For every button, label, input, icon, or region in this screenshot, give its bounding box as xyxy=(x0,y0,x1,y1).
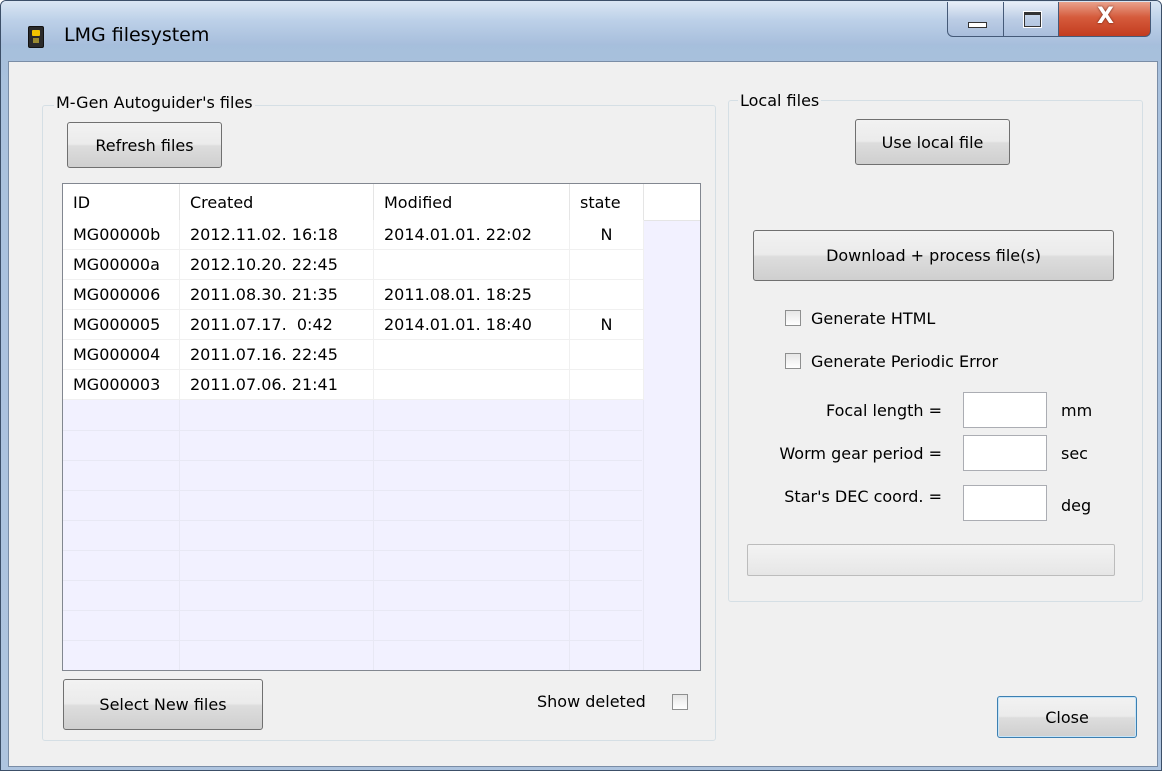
app-icon[interactable] xyxy=(28,26,44,48)
cell-state: N xyxy=(570,310,644,340)
cell-modified xyxy=(374,250,570,280)
star-dec-unit: deg xyxy=(1061,496,1092,515)
close-icon: X xyxy=(1097,4,1114,29)
select-new-files-button[interactable]: Select New files xyxy=(63,679,263,730)
focal-length-label: Focal length = xyxy=(825,401,942,420)
cell-state xyxy=(570,250,644,280)
column-header-id[interactable]: ID xyxy=(63,184,180,220)
generate-periodic-error-checkbox[interactable] xyxy=(785,353,801,369)
maximize-icon xyxy=(1023,11,1042,28)
show-deleted-checkbox[interactable] xyxy=(672,694,688,710)
caption-buttons: X xyxy=(947,2,1152,37)
local-files-legend: Local files xyxy=(738,91,822,110)
app-window: LMG filesystem X M-Gen Autoguider's file… xyxy=(0,0,1162,771)
cell-created: 2012.10.20. 22:45 xyxy=(180,250,374,280)
cell-modified: 2011.08.01. 18:25 xyxy=(374,280,570,310)
minimize-button[interactable] xyxy=(947,2,1004,37)
grid-line xyxy=(63,490,642,491)
cell-id: MG000004 xyxy=(63,340,180,370)
window-title: LMG filesystem xyxy=(64,24,210,46)
cell-state: N xyxy=(570,220,644,250)
column-header-state[interactable]: state xyxy=(570,184,644,220)
close-button[interactable]: Close xyxy=(997,696,1137,738)
progress-bar xyxy=(747,544,1115,576)
cell-created: 2011.07.17. 0:42 xyxy=(180,310,374,340)
focal-length-input[interactable] xyxy=(963,392,1047,428)
use-local-file-button[interactable]: Use local file xyxy=(855,119,1010,165)
column-header-modified[interactable]: Modified xyxy=(374,184,570,220)
refresh-files-button[interactable]: Refresh files xyxy=(67,122,222,168)
cell-id: MG00000a xyxy=(63,250,180,280)
local-files-group xyxy=(728,100,1143,602)
cell-state xyxy=(570,370,644,400)
maximize-button[interactable] xyxy=(1003,2,1059,37)
grid-line xyxy=(63,640,642,641)
minimize-icon xyxy=(968,22,987,28)
show-deleted-label: Show deleted xyxy=(537,692,646,711)
cell-id: MG000005 xyxy=(63,310,180,340)
cell-id: MG000006 xyxy=(63,280,180,310)
window-close-button[interactable]: X xyxy=(1058,2,1151,37)
grid-line xyxy=(63,520,642,521)
cell-modified xyxy=(374,370,570,400)
worm-gear-period-input[interactable] xyxy=(963,435,1047,471)
star-dec-label: Star's DEC coord. = xyxy=(784,487,942,506)
cell-id: MG00000b xyxy=(63,220,180,250)
grid-line xyxy=(63,430,642,431)
grid-line xyxy=(63,550,642,551)
cell-id: MG000003 xyxy=(63,370,180,400)
star-dec-input[interactable] xyxy=(963,485,1047,521)
grid-line xyxy=(63,580,642,581)
client-area: M-Gen Autoguider's files Refresh files I… xyxy=(8,61,1158,767)
cell-state xyxy=(570,280,644,310)
cell-created: 2011.07.16. 22:45 xyxy=(180,340,374,370)
focal-length-unit: mm xyxy=(1061,401,1093,420)
worm-gear-period-label: Worm gear period = xyxy=(779,444,942,463)
cell-modified: 2014.01.01. 22:02 xyxy=(374,220,570,250)
cell-state xyxy=(570,340,644,370)
grid-line xyxy=(63,610,642,611)
column-header-created[interactable]: Created xyxy=(180,184,374,220)
cell-modified: 2014.01.01. 18:40 xyxy=(374,310,570,340)
cell-created: 2011.08.30. 21:35 xyxy=(180,280,374,310)
cell-created: 2011.07.06. 21:41 xyxy=(180,370,374,400)
generate-periodic-error-label: Generate Periodic Error xyxy=(811,352,999,371)
cell-modified xyxy=(374,340,570,370)
autoguider-files-legend: M-Gen Autoguider's files xyxy=(54,93,255,112)
title-bar[interactable]: LMG filesystem X xyxy=(1,1,1161,48)
download-process-button[interactable]: Download + process file(s) xyxy=(753,230,1114,281)
generate-html-checkbox[interactable] xyxy=(785,310,801,326)
list-header: ID Created Modified state xyxy=(63,184,700,221)
grid-line xyxy=(63,460,642,461)
cell-created: 2012.11.02. 16:18 xyxy=(180,220,374,250)
generate-html-label: Generate HTML xyxy=(811,309,936,328)
files-list[interactable]: ID Created Modified state MG00000b 2012.… xyxy=(62,183,701,671)
worm-gear-period-unit: sec xyxy=(1061,444,1088,463)
